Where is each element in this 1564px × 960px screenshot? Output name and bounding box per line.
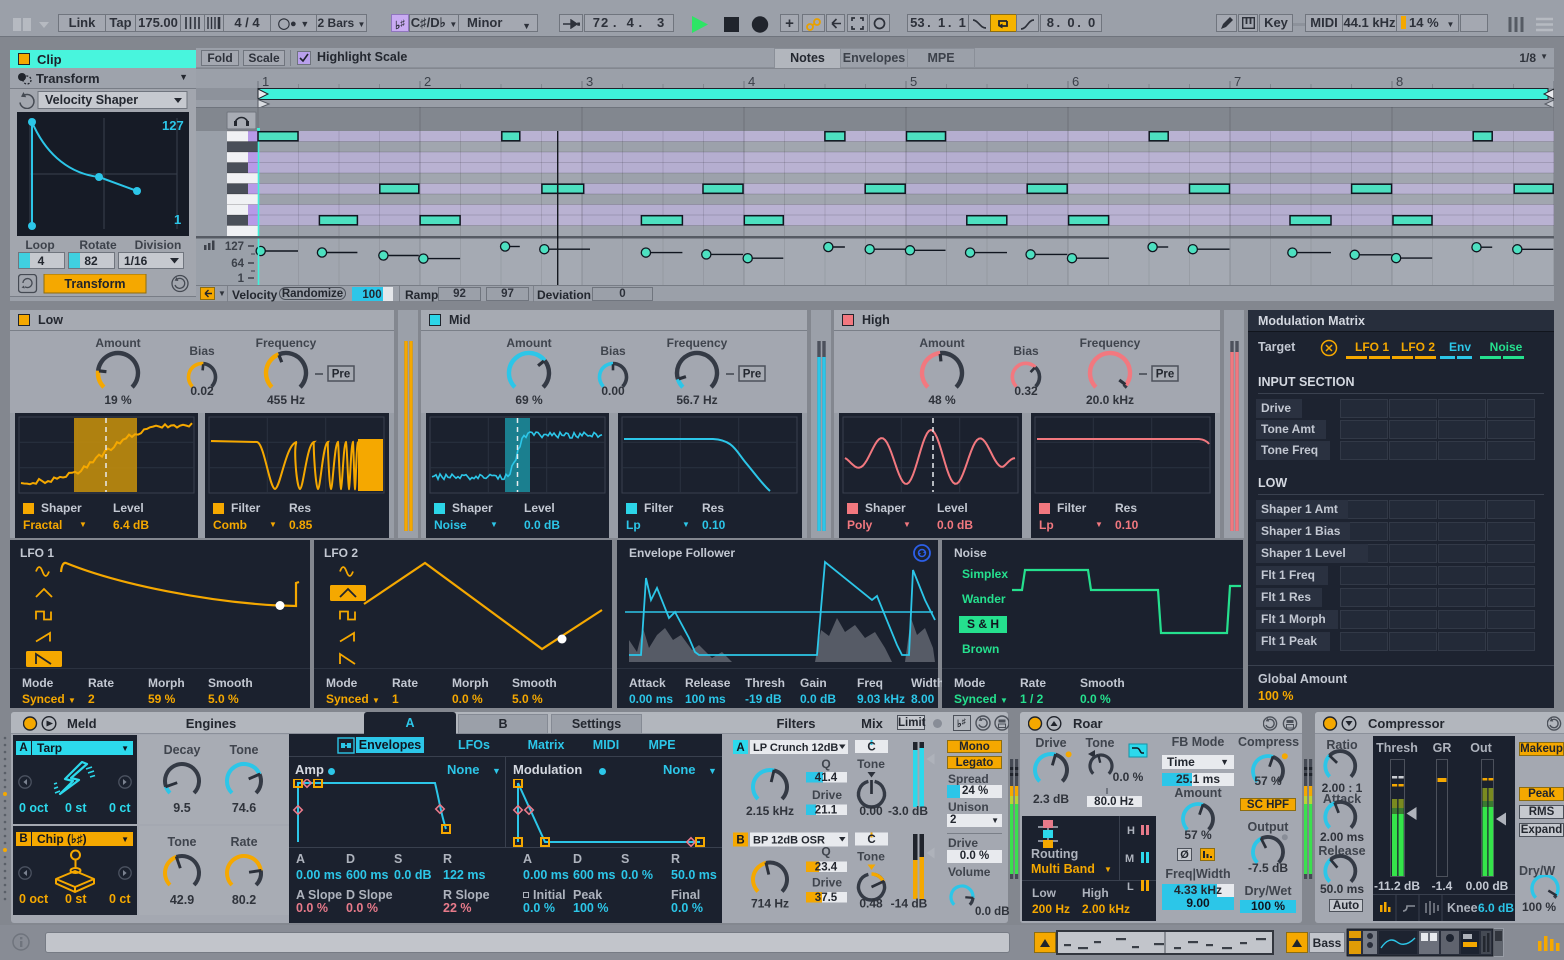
svg-text:B: B xyxy=(736,835,744,847)
svg-text:127: 127 xyxy=(225,241,244,253)
svg-text:♭♯: ♭♯ xyxy=(957,717,966,730)
svg-text:74.6: 74.6 xyxy=(232,801,256,815)
svg-text:Bias: Bias xyxy=(1013,344,1039,358)
svg-text:Tone: Tone xyxy=(857,850,885,864)
svg-text:8: 8 xyxy=(1396,74,1403,89)
svg-text:Velocity Shaper: Velocity Shaper xyxy=(45,93,138,107)
svg-text:A: A xyxy=(736,742,744,754)
svg-text:Drive: Drive xyxy=(812,876,842,890)
svg-text:Tone: Tone xyxy=(857,757,885,771)
svg-text:3: 3 xyxy=(586,74,593,89)
svg-text:64: 64 xyxy=(231,258,244,270)
svg-text:-3.0 dB: -3.0 dB xyxy=(888,804,928,818)
svg-text:BP 12dB OSR: BP 12dB OSR xyxy=(753,835,825,847)
svg-text:0.48: 0.48 xyxy=(859,897,883,911)
svg-text:L: L xyxy=(1127,881,1134,893)
svg-text:1: 1 xyxy=(174,212,181,227)
svg-text:Drive: Drive xyxy=(812,788,842,802)
svg-text:Amount: Amount xyxy=(95,336,140,350)
svg-text:-14 dB: -14 dB xyxy=(891,897,928,911)
svg-text:Q: Q xyxy=(821,757,830,771)
svg-text:4: 4 xyxy=(748,74,755,89)
svg-text:127: 127 xyxy=(162,118,184,133)
svg-text:100: 100 xyxy=(362,289,381,301)
svg-text:20.0 kHz: 20.0 kHz xyxy=(1086,393,1134,407)
svg-text:69 %: 69 % xyxy=(515,393,543,407)
svg-text:82: 82 xyxy=(84,254,98,268)
svg-text:1: 1 xyxy=(262,74,269,89)
svg-text:455 Hz: 455 Hz xyxy=(267,393,305,407)
svg-text:0.32: 0.32 xyxy=(1014,384,1038,398)
svg-text:0.00: 0.00 xyxy=(601,384,625,398)
svg-text:41.4: 41.4 xyxy=(815,772,838,784)
svg-text:Amount: Amount xyxy=(506,336,551,350)
svg-text:2.15 kHz: 2.15 kHz xyxy=(746,804,794,818)
svg-text:4: 4 xyxy=(38,254,45,268)
svg-text:M: M xyxy=(1125,853,1134,865)
svg-text:2.00 ms: 2.00 ms xyxy=(1320,830,1364,844)
svg-text:1: 1 xyxy=(238,273,245,285)
svg-text:Tone: Tone xyxy=(1086,736,1115,750)
svg-text:2.3 dB: 2.3 dB xyxy=(1033,792,1069,806)
svg-text:2: 2 xyxy=(424,74,431,89)
svg-text:C: C xyxy=(867,834,875,846)
svg-text:6: 6 xyxy=(1072,74,1079,89)
svg-text:Drive: Drive xyxy=(1035,736,1066,750)
svg-text:48 %: 48 % xyxy=(928,393,956,407)
svg-text:Frequency: Frequency xyxy=(256,336,317,350)
svg-text:Frequency: Frequency xyxy=(1080,336,1141,350)
svg-text:37.5: 37.5 xyxy=(815,892,838,904)
svg-text:80.0 Hz: 80.0 Hz xyxy=(1094,796,1134,808)
svg-text:42.9: 42.9 xyxy=(170,893,194,907)
svg-text:0.00: 0.00 xyxy=(859,804,883,818)
svg-text:19 %: 19 % xyxy=(104,393,132,407)
svg-text:H: H xyxy=(1127,825,1135,837)
svg-text:Pre: Pre xyxy=(332,369,351,381)
svg-text:9.5: 9.5 xyxy=(173,801,190,815)
svg-text:7: 7 xyxy=(1234,74,1241,89)
svg-text:23.4: 23.4 xyxy=(815,862,838,874)
svg-text:Tone: Tone xyxy=(168,835,197,849)
svg-text:Q: Q xyxy=(821,845,830,859)
svg-text:50.0 ms: 50.0 ms xyxy=(1320,882,1364,894)
svg-text:Amount: Amount xyxy=(919,336,964,350)
svg-text:Bias: Bias xyxy=(600,344,626,358)
svg-text:1/16: 1/16 xyxy=(124,254,148,268)
svg-text:Transform: Transform xyxy=(64,277,125,291)
svg-text:0.0 %: 0.0 % xyxy=(1113,770,1144,784)
svg-text:Decay: Decay xyxy=(164,743,201,757)
svg-text:Pre: Pre xyxy=(743,369,762,381)
svg-text:56.7 Hz: 56.7 Hz xyxy=(676,393,717,407)
svg-text:Tone: Tone xyxy=(230,743,259,757)
svg-text:Frequency: Frequency xyxy=(667,336,728,350)
svg-text:Rate: Rate xyxy=(230,835,257,849)
svg-text:Knee: Knee xyxy=(1447,901,1478,915)
svg-text:80.2: 80.2 xyxy=(232,893,256,907)
svg-text:Pre: Pre xyxy=(1156,369,1175,381)
svg-text:6.0 dB: 6.0 dB xyxy=(1478,901,1514,915)
svg-text:714 Hz: 714 Hz xyxy=(751,897,789,911)
svg-text:5: 5 xyxy=(910,74,917,89)
svg-text:C: C xyxy=(867,742,875,754)
svg-text:LP Crunch 12dB: LP Crunch 12dB xyxy=(753,742,838,754)
svg-text:Bias: Bias xyxy=(189,344,215,358)
svg-text:0.02: 0.02 xyxy=(190,384,214,398)
svg-text:21.1: 21.1 xyxy=(815,805,838,817)
svg-text:0.0 dB: 0.0 dB xyxy=(975,906,1010,918)
